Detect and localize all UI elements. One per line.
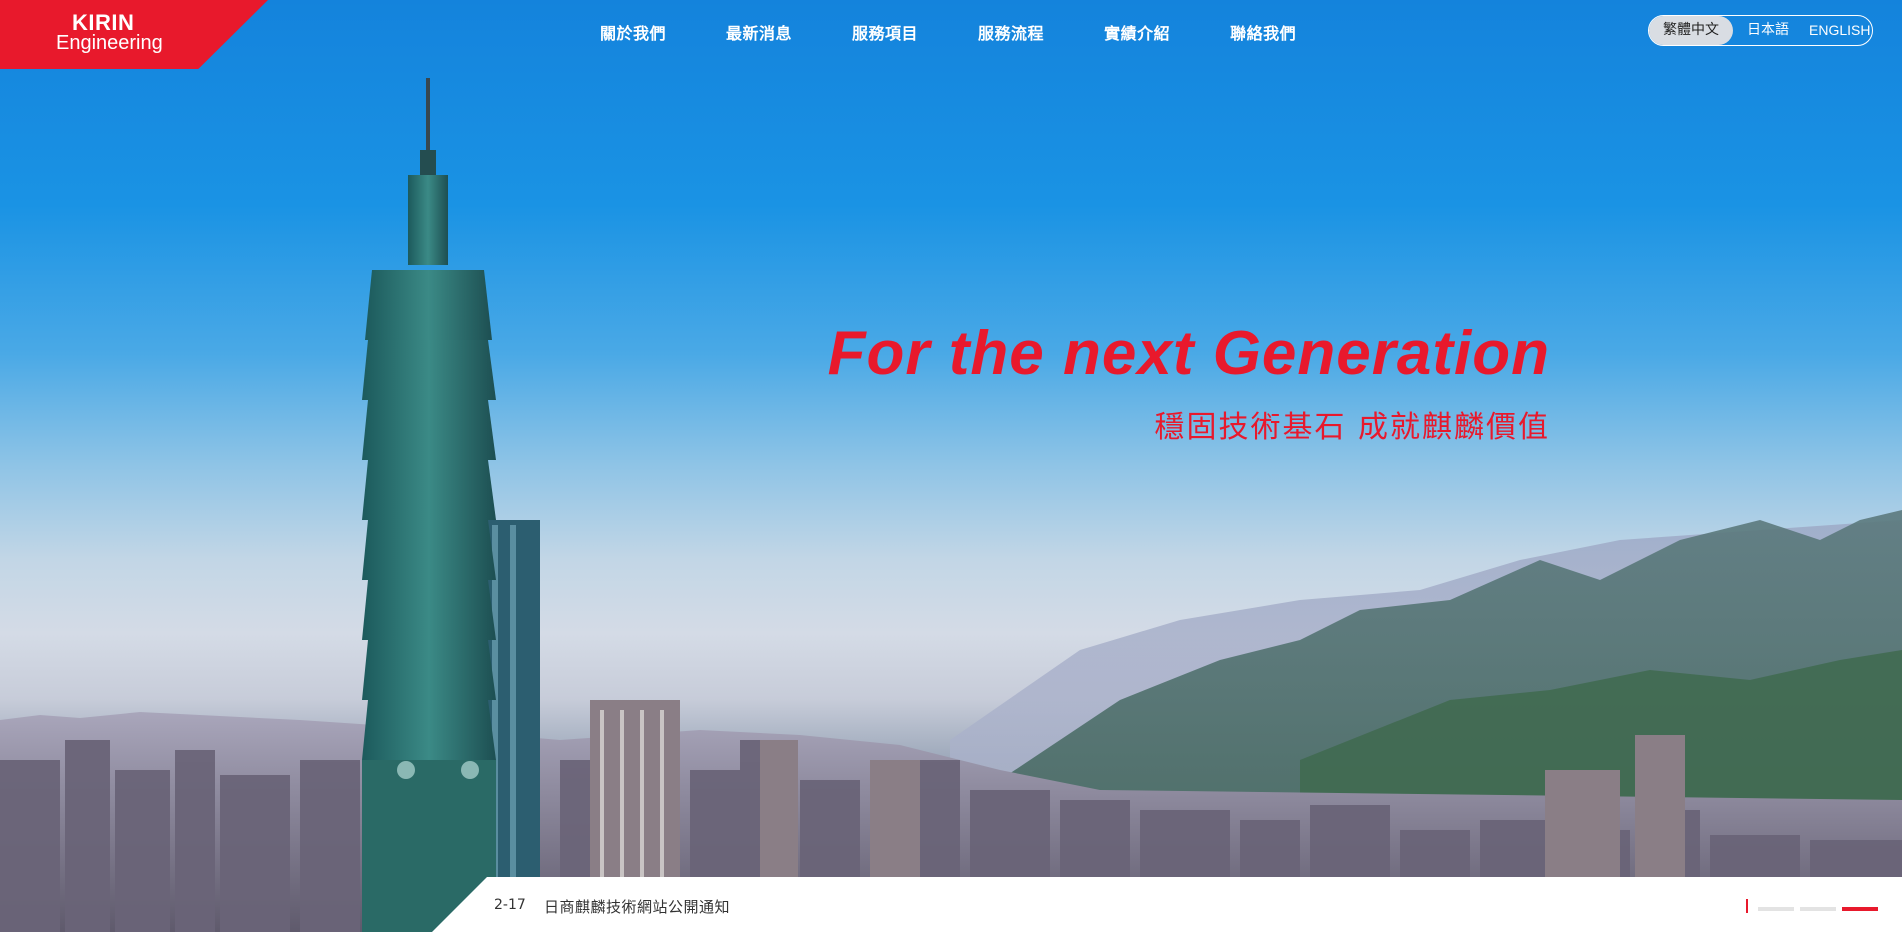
lang-english[interactable]: ENGLISH	[1803, 16, 1884, 45]
skyline-illustration	[0, 78, 1902, 932]
hero-banner	[0, 0, 1902, 932]
slide-pager	[1746, 899, 1878, 913]
pager-dot-3[interactable]	[1842, 907, 1878, 911]
nav-news[interactable]: 最新消息	[726, 20, 792, 44]
language-switcher: 繁體中文 日本語 ENGLISH	[1648, 15, 1873, 46]
lang-japanese[interactable]: 日本語	[1733, 16, 1803, 45]
logo-line-2: Engineering	[56, 32, 163, 54]
nav-about[interactable]: 關於我們	[600, 20, 666, 44]
pager-dot-2[interactable]	[1800, 907, 1836, 911]
pager-marker	[1746, 899, 1748, 913]
nav-services[interactable]: 服務項目	[852, 20, 918, 44]
nav-cases[interactable]: 實績介紹	[1104, 20, 1170, 44]
hero-subline: 穩固技術基石 成就麒麟價值	[1154, 410, 1550, 445]
news-ticker: 2-17 日商麒麟技術網站公開通知	[432, 877, 1902, 932]
pager-dot-1[interactable]	[1758, 907, 1794, 911]
news-title-link[interactable]: 日商麒麟技術網站公開通知	[544, 896, 730, 917]
news-date: 2-17	[494, 897, 526, 913]
lang-traditional-chinese[interactable]: 繁體中文	[1649, 16, 1733, 45]
main-nav: 關於我們 最新消息 服務項目 服務流程 實績介紹 聯絡我們	[600, 20, 1296, 44]
hero-headline: For the next Generation	[827, 319, 1550, 388]
nav-process[interactable]: 服務流程	[978, 20, 1044, 44]
nav-contact[interactable]: 聯絡我們	[1230, 20, 1296, 44]
